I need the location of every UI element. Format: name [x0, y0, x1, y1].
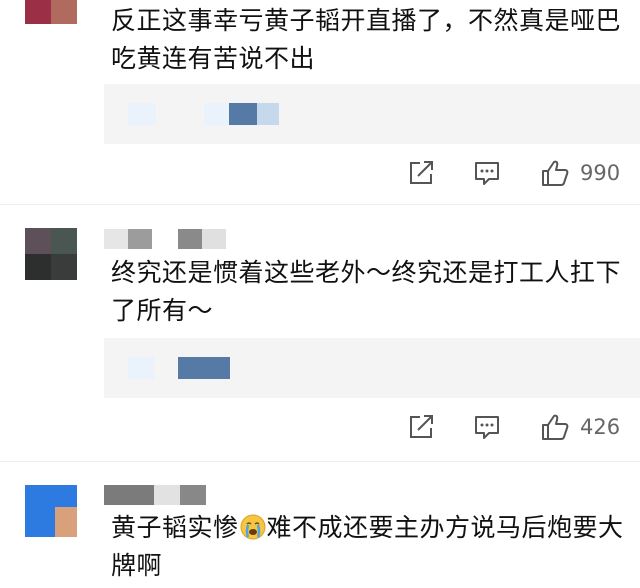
comment-icon[interactable] [472, 412, 502, 442]
comment-actions: 426 [0, 412, 640, 446]
like-count: 990 [580, 161, 621, 185]
reply-preview[interactable] [104, 338, 640, 398]
comment-actions: 990 [0, 158, 640, 192]
avatar[interactable] [25, 485, 77, 537]
avatar[interactable] [25, 0, 77, 24]
comment-icon[interactable] [472, 158, 502, 188]
like-count: 426 [580, 415, 621, 439]
comment-text: 反正这事幸亏黄子韬开直播了，不然真是哑巴吃黄连有苦说不出 [111, 6, 622, 73]
comment-text: 黄子韬实惨 难不成还要主办方说马后炮要大牌啊 [111, 509, 636, 585]
comment-item: 黄子韬实惨 难不成还要主办方说马后炮要大牌啊 [0, 463, 640, 588]
comment-text-part: 黄子韬实惨 [111, 513, 239, 542]
share-icon[interactable] [406, 158, 436, 188]
username[interactable] [104, 485, 206, 505]
thumbs-up-icon[interactable] [540, 158, 570, 188]
comment-item: 终究还是惯着这些老外～终究还是打工人扛下了所有～ 426 [0, 205, 640, 463]
comment-text: 终究还是惯着这些老外～终究还是打工人扛下了所有～ [111, 258, 622, 325]
username[interactable] [104, 229, 226, 249]
share-icon[interactable] [406, 412, 436, 442]
avatar[interactable] [25, 228, 77, 280]
thumbs-up-icon[interactable] [540, 412, 570, 442]
divider [0, 461, 640, 462]
comment-item: 反正这事幸亏黄子韬开直播了，不然真是哑巴吃黄连有苦说不出 990 [0, 0, 640, 205]
crying-face-icon [240, 514, 266, 540]
reply-preview[interactable] [104, 84, 640, 144]
